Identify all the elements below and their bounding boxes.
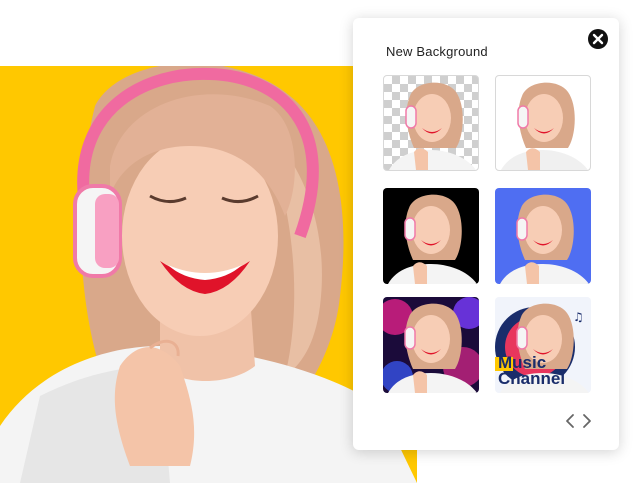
music-channel-text: Music Channel [498,354,566,388]
chevron-left-icon [566,414,574,428]
background-option-white[interactable] [495,75,591,171]
prev-page-button[interactable] [563,412,577,430]
svg-text:♫: ♫ [573,310,584,324]
music-text-line2: Channel [498,369,566,388]
background-option-transparent[interactable] [383,75,479,171]
next-page-button[interactable] [580,412,594,430]
panel-title: New Background [386,44,488,59]
portrait-thumbnail [500,194,589,284]
background-picker-panel: New Background ♫ Music Channel [353,18,619,450]
portrait-thumbnail [383,297,479,393]
portrait-thumbnail [388,194,477,284]
chevron-right-icon [583,414,591,428]
close-icon [592,33,604,45]
portrait-thumbnail [501,82,588,170]
background-option-black[interactable] [383,188,479,284]
portrait-thumbnail [389,82,476,170]
background-option-blue[interactable] [495,188,591,284]
background-option-music-channel[interactable]: ♫ Music Channel [495,297,591,393]
close-button[interactable] [588,29,608,49]
background-option-neon-lights[interactable] [383,297,479,393]
